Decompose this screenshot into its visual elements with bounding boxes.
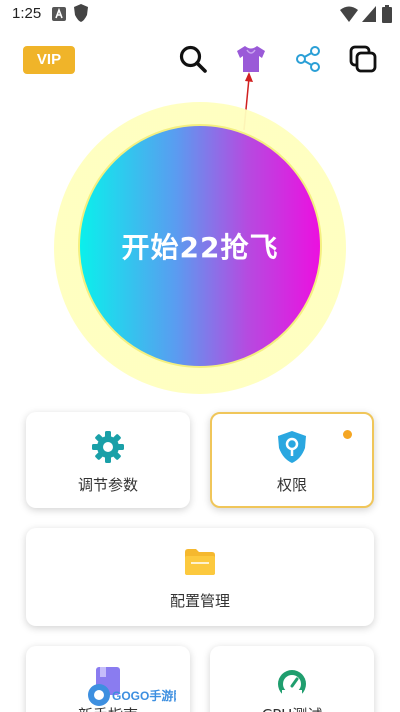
notification-a-icon [52,6,66,25]
permissions-card[interactable]: 权限 [210,412,374,508]
share-icon[interactable] [291,42,325,76]
status-time: 1:25 [12,5,42,22]
shield-key-icon [277,430,307,468]
svg-text:GOGO手游网: GOGO手游网 [112,688,176,703]
config-manage-card[interactable]: 配置管理 [26,528,374,626]
config-manage-label: 配置管理 [169,592,230,610]
start-button-label: 开始22抢飞 [121,231,279,264]
shield-status-icon [74,4,88,26]
permissions-label: 权限 [276,476,307,494]
vip-button[interactable]: VIP [23,46,75,74]
adjust-params-label: 调节参数 [77,476,138,494]
wifi-icon [340,6,358,26]
search-icon[interactable] [176,42,210,76]
start-button[interactable]: 开始22抢飞 [78,124,322,368]
status-bar: 1:25 [0,0,400,30]
cpu-test-label: CPU测试 [210,704,374,712]
adjust-params-card[interactable]: 调节参数 [26,412,190,508]
battery-icon [382,5,392,27]
notification-dot [343,430,352,439]
gear-icon [91,430,125,468]
folder-icon [184,548,216,580]
watermark-logo: GOGO手游网 [88,684,176,706]
signal-icon [362,6,376,26]
copy-icon[interactable] [346,42,380,76]
speedometer-icon [276,668,308,702]
cpu-test-card[interactable]: CPU测试 [210,646,374,712]
